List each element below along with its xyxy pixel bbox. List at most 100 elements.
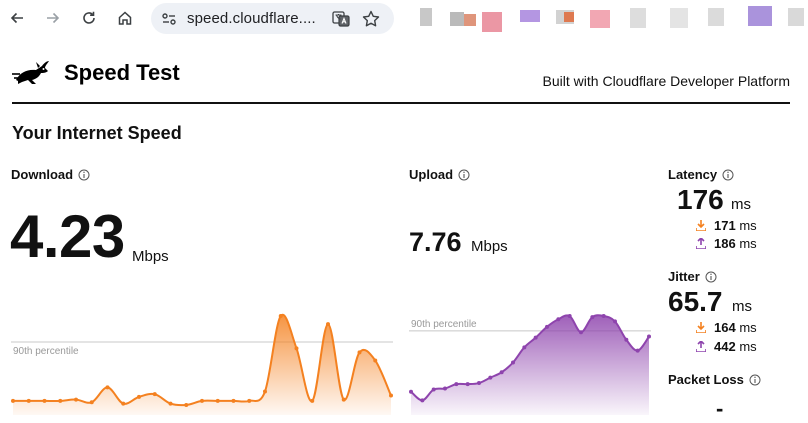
extension-icon[interactable]	[464, 14, 476, 26]
jitter-label: Jitter	[668, 269, 700, 284]
extension-icon[interactable]	[450, 12, 464, 26]
jitter-upload-row: 442 ms	[696, 339, 757, 354]
download-chart-point	[326, 322, 330, 327]
download-chart-point	[373, 358, 378, 363]
upload-chart-point	[624, 337, 629, 342]
download-chart-point	[341, 397, 346, 402]
address-bar[interactable]: speed.cloudflare....	[151, 3, 394, 34]
built-with-link[interactable]: Built with Cloudflare Developer Platform	[543, 73, 790, 89]
upload-chart-point	[465, 382, 470, 387]
brand-title: Speed Test	[64, 60, 180, 85]
upload-chart-point	[613, 319, 617, 324]
upload-arrow-icon	[696, 341, 706, 352]
download-chart-point	[263, 389, 267, 394]
browser-toolbar: speed.cloudflare....	[0, 0, 808, 38]
upload-chart-point	[499, 370, 504, 375]
download-arrow-icon	[696, 322, 706, 333]
latency-download-value: 171	[714, 218, 736, 233]
extension-icon[interactable]	[630, 8, 646, 28]
extension-icon[interactable]	[482, 12, 502, 32]
extension-icon[interactable]	[420, 8, 432, 26]
download-chart-point	[231, 398, 236, 403]
upload-chart-point	[488, 375, 493, 380]
url-text[interactable]: speed.cloudflare....	[187, 10, 316, 27]
jitter-upload-value: 442	[714, 339, 736, 354]
extension-icon[interactable]	[788, 8, 804, 26]
latency-upload-unit: ms	[739, 236, 757, 251]
download-chart	[11, 313, 393, 415]
upload-chart-point	[477, 381, 481, 386]
jitter-download-row: 164 ms	[696, 320, 757, 335]
upload-chart-point	[431, 387, 436, 392]
back-arrow-icon[interactable]	[4, 5, 30, 31]
download-chart-point	[278, 314, 283, 318]
download-label-group: Download	[11, 167, 90, 182]
jitter-upload-unit: ms	[739, 339, 757, 354]
latency-unit: ms	[731, 196, 751, 213]
download-label: Download	[11, 167, 74, 182]
download-chart-point	[294, 346, 299, 351]
upload-chart-point	[590, 315, 595, 320]
download-chart-point	[168, 401, 173, 406]
download-value: 4.23	[10, 203, 125, 270]
latency-download-unit: ms	[739, 218, 757, 233]
download-chart-point	[121, 401, 126, 406]
download-chart-point	[26, 398, 31, 403]
upload-chart-point	[635, 348, 640, 353]
upload-chart-point	[533, 335, 538, 340]
site-info-icon[interactable]	[160, 10, 178, 28]
jitter-download-unit: ms	[739, 320, 757, 335]
download-percentile-label: 90th percentile	[13, 346, 79, 357]
download-info-icon[interactable]	[78, 169, 90, 181]
upload-chart-point	[511, 360, 515, 365]
download-chart-point	[137, 394, 141, 399]
download-chart-point	[389, 393, 393, 398]
packet-loss-label: Packet Loss	[668, 372, 744, 387]
upload-chart-point	[420, 398, 425, 403]
download-unit: Mbps	[132, 248, 169, 265]
header-divider	[12, 102, 790, 104]
packet-loss-label-group: Packet Loss	[668, 372, 761, 387]
extension-icon[interactable]	[564, 12, 574, 22]
latency-info-icon[interactable]	[722, 169, 734, 181]
upload-arrow-icon	[696, 238, 706, 249]
download-chart-point	[215, 398, 220, 403]
jitter-unit: ms	[732, 298, 752, 315]
reload-icon[interactable]	[76, 5, 102, 31]
download-chart-point	[200, 398, 204, 403]
forward-arrow-icon[interactable]	[40, 5, 66, 31]
extension-icon[interactable]	[748, 6, 772, 26]
latency-value: 176	[677, 184, 724, 215]
bookmark-star-icon[interactable]	[361, 9, 381, 29]
upload-chart-point	[556, 317, 561, 322]
latency-upload-row: 186 ms	[696, 236, 757, 251]
download-chart-point	[42, 398, 47, 403]
download-chart-point	[58, 398, 63, 403]
download-chart-point	[247, 398, 252, 403]
upload-info-icon[interactable]	[458, 169, 470, 181]
jitter-info-icon[interactable]	[705, 271, 717, 283]
upload-value: 7.76	[409, 227, 462, 257]
download-chart-point	[184, 402, 189, 407]
download-chart-point	[310, 398, 315, 403]
jitter-download-value: 164	[714, 320, 736, 335]
latency-label: Latency	[668, 167, 718, 182]
extension-icon[interactable]	[708, 8, 724, 26]
extension-icon[interactable]	[670, 8, 688, 28]
download-chart-point	[105, 385, 110, 390]
download-chart-point	[89, 400, 94, 405]
home-icon[interactable]	[112, 5, 138, 31]
upload-chart-point	[567, 314, 572, 318]
upload-unit: Mbps	[471, 238, 508, 255]
download-chart-point	[357, 350, 362, 355]
upload-label-group: Upload	[409, 167, 470, 182]
upload-chart-point	[409, 389, 413, 394]
packet-loss-info-icon[interactable]	[749, 374, 761, 386]
download-arrow-icon	[696, 220, 706, 231]
jitter-value: 65.7	[668, 286, 723, 317]
extension-icon[interactable]	[590, 10, 610, 28]
download-chart-point	[152, 392, 157, 397]
upload-chart-point	[443, 386, 447, 391]
translate-icon[interactable]	[331, 9, 351, 29]
extension-icon[interactable]	[520, 10, 540, 22]
